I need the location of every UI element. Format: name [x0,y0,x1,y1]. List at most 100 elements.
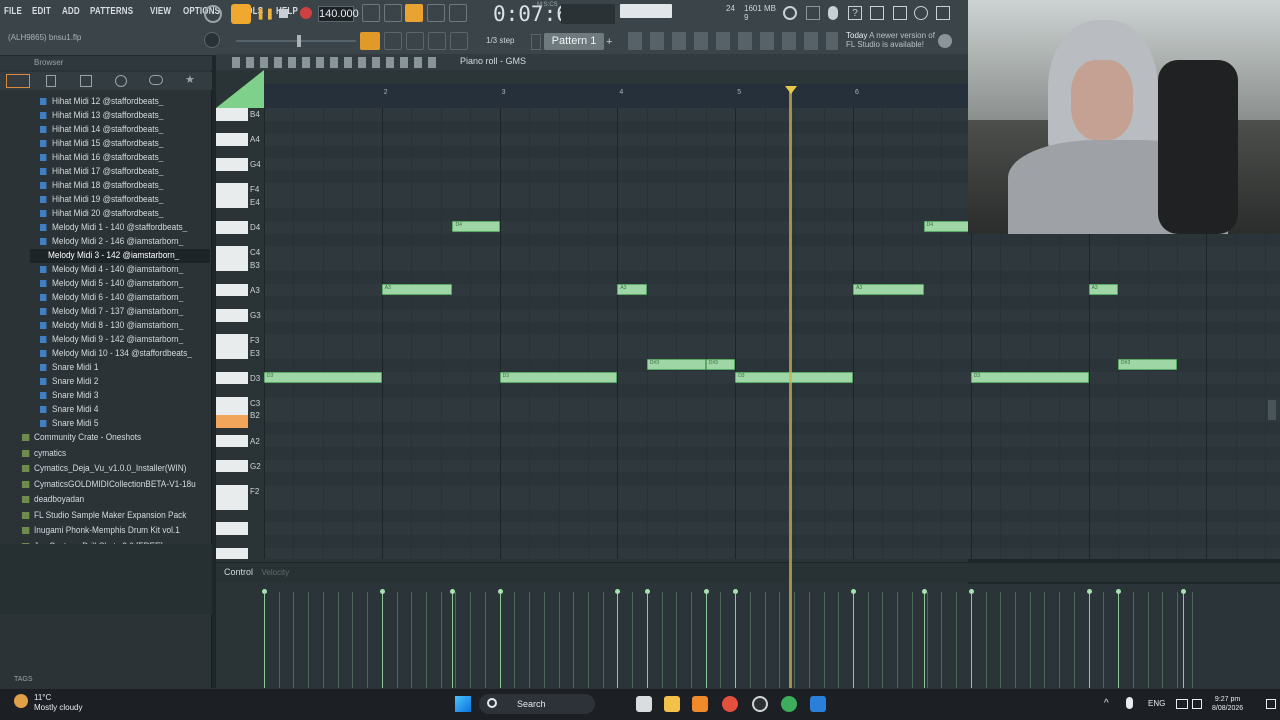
note[interactable]: D#3 [705,359,736,371]
browser-midi-item[interactable]: Snare Midi 1 [40,362,98,376]
black-key[interactable] [216,321,248,335]
browser-folder-item[interactable]: CymaticsGOLDMIDICollectionBETA-V1-18u [22,479,196,494]
master-pitch-slider[interactable] [236,40,356,42]
note[interactable]: A3 [1088,283,1119,295]
midi-icon[interactable] [828,6,838,20]
weather-icon[interactable] [14,694,28,708]
download-icon[interactable] [936,6,950,20]
browser-midi-item[interactable]: Melody Midi 6 - 140 @iamstarborn_ [40,292,183,306]
tray-overflow-icon[interactable]: ^ [1104,698,1109,709]
browser-folder-item[interactable]: Community Crate - Oneshots [22,432,141,447]
black-key[interactable] [216,233,248,247]
microphone-icon[interactable] [1126,697,1133,709]
note[interactable]: D3 [970,371,1089,383]
menu-edit[interactable]: EDIT [32,6,51,17]
language-indicator[interactable]: ENG [1148,699,1165,708]
windows-start-icon[interactable] [455,696,471,712]
weather-widget[interactable]: 11°C Mostly cloudy [34,693,82,713]
black-key[interactable] [216,296,248,309]
black-key[interactable] [216,509,248,523]
plugin-picker-icon[interactable] [893,6,907,20]
black-key[interactable] [216,120,248,134]
help-icon[interactable]: ? [848,6,862,20]
metronome-icon[interactable] [204,5,222,23]
velocity-handle[interactable] [1180,589,1186,594]
note[interactable]: A3 [617,283,647,295]
browser-midi-item[interactable]: Hihat Midi 12 @staffordbeats_ [40,96,163,110]
menu-patterns[interactable]: PATTERNS [90,6,133,17]
black-key[interactable] [216,170,248,184]
piano-roll-shortcut-icon[interactable] [360,32,380,50]
browser-midi-item[interactable]: Melody Midi 1 - 140 @staffordbeats_ [40,222,187,236]
menu-file[interactable]: FILE [4,6,22,17]
menu-view[interactable]: VIEW [150,6,171,17]
browser-midi-item[interactable]: Melody Midi 8 - 130 @iamstarborn_ [40,320,183,334]
audio-preview-waveform[interactable] [0,544,212,614]
volume-icon[interactable] [1192,699,1202,709]
browser-midi-item[interactable]: Melody Midi 4 - 140 @iamstarborn_ [40,264,183,278]
master-volume-knob[interactable] [204,32,220,48]
browser-folder-item[interactable]: Inugami Phonk-Memphis Drum Kit vol.1 [22,525,180,540]
pattern-prev-icon[interactable] [531,34,541,50]
black-key[interactable] [216,359,248,372]
blend-notes-icon[interactable] [427,4,445,22]
note[interactable]: D#3 [1118,359,1177,371]
tempo-display[interactable]: 140.000 [318,6,359,22]
note[interactable]: A3 [853,283,924,295]
task-view-icon[interactable] [636,696,652,712]
stop-button[interactable] [279,9,288,18]
vertical-scrollbar[interactable] [1268,400,1276,420]
app-window-icon[interactable] [810,696,826,712]
note[interactable]: D3 [499,371,618,383]
browser-midi-item[interactable]: Hihat Midi 19 @staffordbeats_ [40,194,163,208]
browser-midi-item[interactable]: Melody Midi 7 - 137 @iamstarborn_ [40,306,183,320]
browser-tab-project-icon[interactable] [46,75,56,87]
browser-midi-item[interactable]: Melody Midi 2 - 146 @iamstarborn_ [40,236,183,250]
chrome-icon-2[interactable] [781,696,797,712]
playhead-marker[interactable] [785,86,797,94]
file-explorer-icon[interactable] [664,696,680,712]
browser-tab-star-icon[interactable]: ★ [185,73,197,87]
browser-midi-item[interactable]: Hihat Midi 14 @staffordbeats_ [40,124,163,138]
undo-history-icon[interactable] [783,6,797,20]
browser-tab-speaker-icon[interactable] [80,75,92,87]
network-icon[interactable] [1176,699,1188,709]
pat-song-toggle[interactable] [231,4,251,24]
save-icon[interactable] [870,6,884,20]
news-panel[interactable]: Today A newer version of FL Studio is ava… [846,31,935,49]
mixer-shortcut-icon[interactable] [806,6,820,20]
stamp-icon[interactable] [450,32,468,50]
taskbar-clock[interactable]: 9:27 pm 8/08/2026 [1212,695,1243,713]
pencil-tool-icon[interactable] [406,32,424,50]
info-icon[interactable] [914,6,928,20]
black-key[interactable] [216,447,248,460]
browser-midi-item[interactable]: Snare Midi 3 [40,390,98,404]
browser-tab-plugin-icon[interactable] [115,75,127,87]
black-key[interactable] [216,145,248,159]
fl-studio-taskbar-icon[interactable] [692,696,708,712]
window-shortcut-icons[interactable] [624,32,838,50]
browser-midi-item[interactable]: Hihat Midi 18 @staffordbeats_ [40,180,163,194]
snap-selector[interactable]: 1/3 step [486,36,514,45]
black-key[interactable] [216,208,248,222]
control-label[interactable]: Control Velocity [224,567,289,577]
notification-icon[interactable] [1266,699,1276,709]
black-key[interactable] [216,472,248,485]
browser-folder-item[interactable]: cymatics [22,448,66,463]
browser-midi-item[interactable]: Hihat Midi 20 @staffordbeats_ [40,208,163,222]
velocity-bar[interactable] [1180,589,1186,688]
pattern-add-icon[interactable]: + [606,34,616,50]
note[interactable]: D3 [264,371,382,383]
browser-midi-item[interactable]: Hihat Midi 13 @staffordbeats_ [40,110,163,124]
browser-folder-item[interactable]: Cymatics_Deja_Vu_v1.0.0_Installer(WIN) [22,463,186,478]
browser-midi-item[interactable]: Melody Midi 10 - 134 @staffordbeats_ [40,348,192,362]
browser-midi-item[interactable]: Melody Midi 9 - 142 @iamstarborn_ [40,334,183,348]
browser-midi-item[interactable]: Snare Midi 2 [40,376,98,390]
piano-roll-overview[interactable] [264,70,968,84]
browser-midi-item[interactable]: Snare Midi 4 [40,404,98,418]
browser-tab-cloud-icon[interactable] [149,75,163,85]
browser-midi-item[interactable]: Melody Midi 3 - 142 @iamstarborn_ [48,250,179,264]
note[interactable]: D#3 [646,359,706,371]
link-icon[interactable] [428,32,446,50]
countdown-icon[interactable] [405,4,423,22]
